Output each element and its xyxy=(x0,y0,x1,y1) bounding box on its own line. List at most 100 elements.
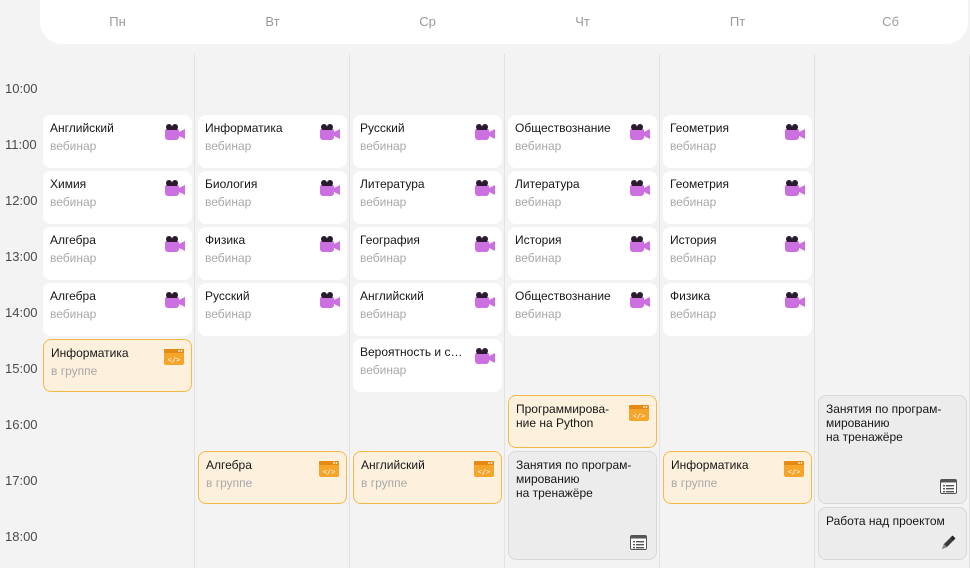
event-title: Русский xyxy=(360,121,405,135)
code-window-icon: </> xyxy=(474,461,494,477)
schedule-event-card[interactable]: Английский в группе </> xyxy=(353,451,502,504)
schedule-event-card[interactable]: Информатика вебинар xyxy=(198,115,347,168)
event-title: География xyxy=(360,233,420,247)
schedule-event-card[interactable]: Литература вебинар xyxy=(353,171,502,224)
video-camera-icon xyxy=(475,124,495,140)
time-label: 11:00 xyxy=(5,137,37,152)
svg-text:</>: </> xyxy=(168,356,181,364)
day-label: Вт xyxy=(265,14,280,29)
event-title: Обществознание xyxy=(515,121,611,135)
video-camera-icon xyxy=(475,236,495,252)
schedule-event-card[interactable]: Информатика в группе </> xyxy=(43,339,192,392)
video-camera-icon xyxy=(475,180,495,196)
schedule-event-card[interactable]: Алгебра вебинар xyxy=(43,227,192,280)
event-format: вебинар xyxy=(360,251,407,265)
column-divider xyxy=(504,54,505,568)
time-label: 13:00 xyxy=(5,249,38,264)
column-divider xyxy=(659,54,660,568)
event-title: Физика xyxy=(205,233,246,247)
schedule-event-card[interactable]: Обществознание вебинар xyxy=(508,283,657,336)
day-label: Ср xyxy=(419,14,436,29)
video-camera-icon xyxy=(165,292,185,308)
schedule-event-card[interactable]: Занятия по програм- мированию на тренажё… xyxy=(818,395,967,504)
event-title: Алгебра xyxy=(50,233,96,247)
task-list-icon xyxy=(940,479,957,494)
schedule-event-card[interactable]: Английский вебинар xyxy=(353,283,502,336)
event-format: вебинар xyxy=(515,195,562,209)
svg-text:</>: </> xyxy=(633,412,646,420)
day-label: Пн xyxy=(109,14,126,29)
schedule-event-card[interactable]: Русский вебинар xyxy=(353,115,502,168)
schedule-event-card[interactable]: Работа над проектом xyxy=(818,507,967,560)
schedule-event-card[interactable]: Биология вебинар xyxy=(198,171,347,224)
event-title: История xyxy=(670,233,717,247)
time-label: 17:00 xyxy=(5,473,38,488)
event-title: Обществознание xyxy=(515,289,611,303)
event-title: Физика xyxy=(670,289,711,303)
schedule-event-card[interactable]: Алгебра вебинар xyxy=(43,283,192,336)
time-label: 10:00 xyxy=(5,81,38,96)
event-format: вебинар xyxy=(670,251,717,265)
event-format: вебинар xyxy=(205,307,252,321)
event-format: вебинар xyxy=(670,139,717,153)
event-format: вебинар xyxy=(515,251,562,265)
day-label: Пт xyxy=(729,14,746,29)
schedule-event-card[interactable]: История вебинар xyxy=(663,227,812,280)
schedule-event-card[interactable]: Русский вебинар xyxy=(198,283,347,336)
pencil-icon xyxy=(939,534,957,552)
video-camera-icon xyxy=(475,348,495,364)
time-label: 18:00 xyxy=(5,529,38,544)
schedule-event-card[interactable]: Вероятность и с… вебинар xyxy=(353,339,502,392)
schedule-event-card[interactable]: Информатика в группе </> xyxy=(663,451,812,504)
event-format: вебинар xyxy=(670,195,717,209)
video-camera-icon xyxy=(785,236,805,252)
code-window-icon: </> xyxy=(319,461,339,477)
event-format: в группе xyxy=(206,476,253,490)
event-title: Английский xyxy=(50,121,114,135)
svg-text:</>: </> xyxy=(788,468,801,476)
video-camera-icon xyxy=(475,292,495,308)
video-camera-icon xyxy=(320,180,340,196)
column-divider xyxy=(194,54,195,568)
code-window-icon: </> xyxy=(164,349,184,365)
day-header: Пн Вт Ср Чт Пт Сб xyxy=(40,0,968,44)
event-title: Биология xyxy=(205,177,258,191)
event-title: Геометрия xyxy=(670,121,729,135)
event-title: Программирова- ние на Python xyxy=(516,402,610,430)
day-label: Сб xyxy=(882,14,899,29)
event-format: вебинар xyxy=(515,307,562,321)
event-format: вебинар xyxy=(670,307,717,321)
schedule-event-card[interactable]: Физика вебинар xyxy=(663,283,812,336)
schedule-event-card[interactable]: Обществознание вебинар xyxy=(508,115,657,168)
video-camera-icon xyxy=(785,180,805,196)
video-camera-icon xyxy=(165,236,185,252)
event-title: Занятия по програм- мированию на тренажё… xyxy=(826,402,942,444)
video-camera-icon xyxy=(785,292,805,308)
event-title: История xyxy=(515,233,562,247)
svg-text:</>: </> xyxy=(478,468,491,476)
event-title: Литература xyxy=(360,177,425,191)
schedule-event-card[interactable]: Алгебра в группе </> xyxy=(198,451,347,504)
schedule-event-card[interactable]: Геометрия вебинар xyxy=(663,171,812,224)
event-title: Русский xyxy=(205,289,250,303)
event-format: в группе xyxy=(671,476,718,490)
schedule-event-card[interactable]: Занятия по програм- мированию на тренажё… xyxy=(508,451,657,560)
schedule-event-card[interactable]: Английский вебинар xyxy=(43,115,192,168)
schedule-event-card[interactable]: Физика вебинар xyxy=(198,227,347,280)
schedule-event-card[interactable]: Геометрия вебинар xyxy=(663,115,812,168)
column-divider xyxy=(349,54,350,568)
event-title: Английский xyxy=(360,289,424,303)
schedule-event-card[interactable]: География вебинар xyxy=(353,227,502,280)
schedule-event-card[interactable]: Программирова- ние на Python </> xyxy=(508,395,657,448)
video-camera-icon xyxy=(785,124,805,140)
schedule-event-card[interactable]: Литература вебинар xyxy=(508,171,657,224)
event-title: Занятия по програм- мированию на тренажё… xyxy=(516,458,632,500)
video-camera-icon xyxy=(630,180,650,196)
schedule-event-card[interactable]: Химия вебинар xyxy=(43,171,192,224)
event-format: вебинар xyxy=(50,307,97,321)
column-divider xyxy=(814,54,815,568)
code-window-icon: </> xyxy=(629,405,649,421)
event-format: вебинар xyxy=(360,195,407,209)
schedule-event-card[interactable]: История вебинар xyxy=(508,227,657,280)
event-title: Вероятность и с… xyxy=(360,345,463,359)
